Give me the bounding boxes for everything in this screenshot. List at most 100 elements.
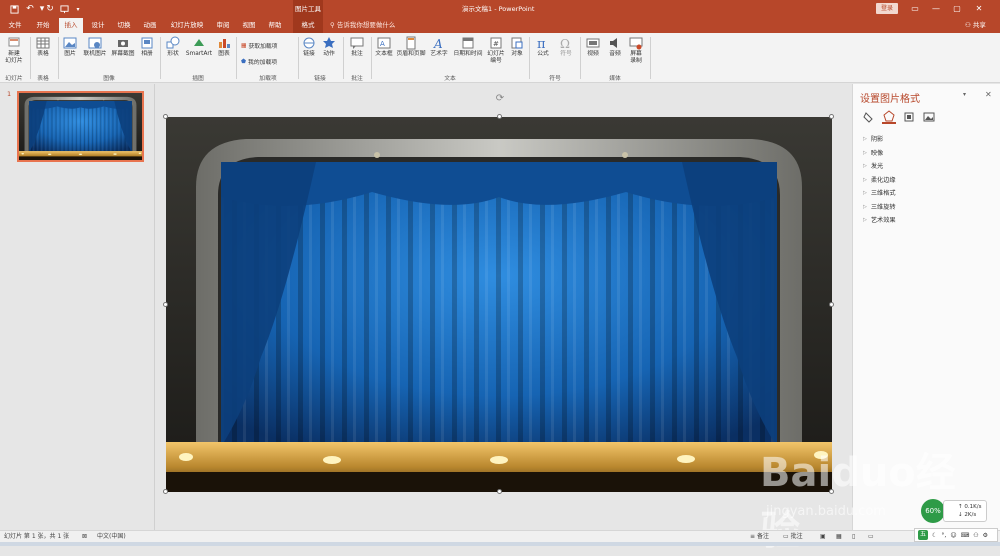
link-label: 链接 [303,51,315,57]
resize-handle[interactable] [163,114,168,119]
screenshot-button[interactable]: 屏幕截图 [109,36,137,58]
punctuation-icon[interactable]: °, [941,532,946,539]
ribbon-tabs: 文件 开始 插入 设计 切换 动画 幻灯片放映 审阅 视图 帮助 格式 ⚲ 告诉… [0,18,1000,33]
album-button[interactable]: 相册 [138,36,156,58]
textbox-button[interactable]: A 文本框 [374,36,394,58]
tab-help[interactable]: 帮助 [263,18,287,33]
rotate-handle-icon[interactable]: ⟳ [495,94,505,104]
minimize-icon[interactable]: — [929,2,943,16]
tab-transitions[interactable]: 切换 [112,18,136,33]
pane-section-artistic-effects[interactable]: ▷ 艺术效果 [863,215,896,225]
group-links: 链接 [314,76,326,82]
resize-handle[interactable] [829,302,834,307]
pane-section-shadow[interactable]: ▷ 阴影 [863,134,884,144]
datetime-button[interactable]: 日期和时间 [452,36,484,58]
keyboard-icon[interactable]: ⌨ [961,532,970,539]
pane-section-3d-format[interactable]: ▷ 三维格式 [863,188,896,198]
pane-section-reflection[interactable]: ▷ 映像 [863,148,884,158]
login-button[interactable]: 登录 [876,3,898,14]
tab-file[interactable]: 文件 [3,18,27,33]
get-addins-button[interactable]: ▦ 获取加载项 [241,41,277,51]
header-footer-icon [406,36,416,50]
tab-slideshow[interactable]: 幻灯片放映 [166,18,208,33]
maximize-icon[interactable]: ▢ [950,2,964,16]
upload-value: 0.1K/s [964,504,982,510]
object-icon [511,37,523,49]
screen-record-button[interactable]: 屏幕 录制 [626,36,646,65]
person-icon[interactable]: ⚇ [973,532,978,539]
picture-label: 图片 [64,51,76,57]
share-button[interactable]: ⚇ 共享 [965,18,986,33]
group-media: 媒体 [609,76,621,82]
tab-insert[interactable]: 插入 [59,18,83,33]
network-meter-circle[interactable]: 60% [921,499,945,523]
screenshot-label: 屏幕截图 [111,51,135,57]
new-slide-button[interactable]: 新建 幻灯片 [4,36,24,65]
settings-icon[interactable]: ⚙ [983,532,988,539]
undo-icon[interactable]: ↶ [24,3,36,15]
resize-handle[interactable] [163,302,168,307]
shapes-button[interactable]: 形状 [163,36,183,58]
present-icon[interactable] [58,3,70,15]
resize-handle[interactable] [497,489,502,494]
close-icon[interactable]: ✕ [972,2,986,16]
picture-button[interactable]: 图片 [61,36,79,58]
link-button[interactable]: 链接 [301,36,317,58]
network-speed-widget[interactable]: ↑ 0.1K/s ↓ 2K/s [943,500,987,522]
resize-handle[interactable] [163,489,168,494]
equation-button[interactable]: π 公式 [533,36,553,58]
redo-icon[interactable]: ↻ [44,3,56,15]
shapes-label: 形状 [167,51,179,57]
slide-number-button[interactable]: # 幻灯片 编号 [485,36,507,65]
slide-thumbnail[interactable] [17,91,144,162]
pane-section-glow[interactable]: ▷ 发光 [863,161,883,171]
slide-number: 1 [7,90,12,98]
section-label: 阴影 [870,136,884,143]
picture-icon[interactable] [922,110,936,124]
online-picture-button[interactable]: 联机图片 [81,36,109,58]
resize-handle[interactable] [497,114,502,119]
pane-section-soft-edges[interactable]: ▷ 柔化边缘 [863,175,896,185]
ime-logo-icon[interactable]: 五 [918,530,928,540]
tab-animations[interactable]: 动画 [138,18,162,33]
omega-icon: Ω [560,37,570,50]
resize-handle[interactable] [829,114,834,119]
chart-button[interactable]: 图表 [215,36,233,58]
divider [30,37,31,79]
tab-home[interactable]: 开始 [31,18,55,33]
effects-icon[interactable] [882,110,896,124]
comment-button[interactable]: 批注 [347,36,367,58]
fill-line-icon[interactable] [862,110,876,124]
resize-handle[interactable] [829,489,834,494]
emoji-icon[interactable]: ☺ [950,532,956,539]
tab-format[interactable]: 格式 [293,18,323,33]
table-button[interactable]: 表格 [34,36,52,58]
slide-canvas[interactable] [166,117,832,492]
wordart-button[interactable]: A 艺术字 [428,36,450,58]
pane-section-3d-rotation[interactable]: ▷ 三维旋转 [863,202,896,212]
ribbon-display-icon[interactable]: ▭ [908,2,922,16]
tell-me-search[interactable]: ⚲ 告诉我你想要做什么 [330,18,395,33]
action-button[interactable]: 动作 [320,36,338,58]
moon-icon[interactable]: ☾ [932,532,937,539]
stage-curtain-picture[interactable] [166,117,832,492]
symbol-button[interactable]: Ω 符号 [556,36,576,58]
group-text: 文本 [444,76,456,82]
audio-button[interactable]: 音频 [605,36,625,58]
tab-view[interactable]: 视图 [237,18,261,33]
tab-review[interactable]: 审阅 [211,18,235,33]
customize-qa-icon[interactable]: ▾ [72,3,84,15]
header-footer-button[interactable]: 页眉和页脚 [395,36,427,58]
my-addins-button[interactable]: ⬟ 我的加载项 [241,57,277,67]
tab-design[interactable]: 设计 [86,18,110,33]
save-icon[interactable] [8,3,20,15]
pane-options-icon[interactable]: ▾ [963,91,966,98]
close-icon[interactable]: ✕ [985,90,992,99]
size-properties-icon[interactable] [902,110,916,124]
section-label: 映像 [870,150,884,157]
share-label: 共享 [972,21,986,29]
format-picture-pane: 设置图片格式 ▾ ✕ ▷ 阴影 ▷ 映像 ▷ 发光 ▷ 柔化边缘 ▷ 三维格式 ▷ 三维旋转… [852,84,1000,530]
smartart-button[interactable]: SmartArt [185,36,213,58]
object-button[interactable]: 对象 [508,36,526,58]
video-button[interactable]: 视频 [583,36,603,58]
